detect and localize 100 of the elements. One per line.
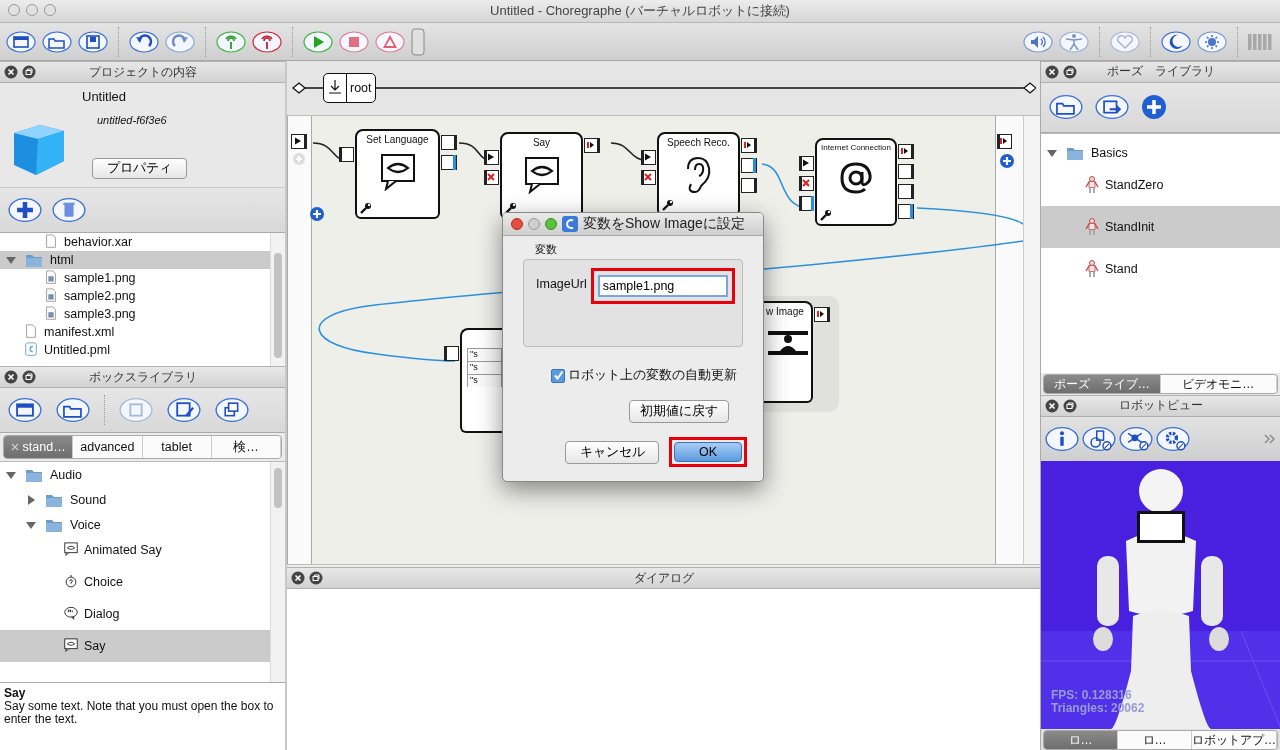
play-port-icon[interactable] (291, 134, 307, 150)
close-icon[interactable] (1045, 64, 1059, 79)
stop-port-icon[interactable] (799, 176, 815, 192)
disclosure-arrow-icon[interactable] (1047, 147, 1057, 158)
disclosure-arrow-icon[interactable] (26, 495, 36, 505)
close-icon[interactable] (4, 65, 18, 79)
tree-item[interactable]: Say (0, 630, 270, 662)
output-port-icon[interactable] (814, 307, 830, 323)
scrollbar[interactable] (270, 462, 285, 682)
tree-item[interactable]: StandZero (1041, 163, 1280, 206)
tree-item[interactable]: Basics (1041, 143, 1280, 162)
play-port-icon[interactable] (484, 150, 500, 166)
port-icon[interactable] (444, 346, 460, 362)
string-port-icon[interactable] (799, 196, 815, 212)
window-icon[interactable] (8, 397, 42, 423)
close-icon[interactable] (511, 218, 523, 230)
scrollbar-thumb[interactable] (274, 468, 282, 508)
tree-item[interactable]: Sound (0, 484, 270, 516)
port-icon[interactable] (898, 164, 914, 180)
play-port-icon[interactable] (641, 150, 657, 166)
save-icon[interactable] (78, 30, 108, 53)
tree-item[interactable]: html (0, 251, 270, 269)
tree-item[interactable]: Dialog (0, 598, 270, 630)
tree-item[interactable]: sample2.png (0, 287, 270, 305)
tab[interactable]: advanced (73, 436, 143, 458)
folder-icon[interactable] (56, 397, 90, 423)
moon-icon[interactable] (1161, 30, 1191, 53)
port-icon[interactable] (741, 178, 757, 194)
port-icon[interactable] (441, 135, 457, 151)
undo-icon[interactable] (129, 30, 159, 53)
string-port-icon[interactable] (898, 204, 914, 220)
disclosure-arrow-icon[interactable] (6, 470, 16, 480)
scrollbar[interactable] (270, 233, 285, 366)
export-icon[interactable] (1095, 94, 1129, 121)
tree-item[interactable]: Animated Say (0, 534, 270, 566)
tree-item[interactable]: Voice (0, 516, 270, 534)
tab[interactable]: tablet (142, 436, 212, 458)
tree-item[interactable]: Stand (1041, 247, 1280, 290)
antenna-icon[interactable] (252, 30, 282, 53)
folder-icon[interactable] (1049, 94, 1083, 121)
undock-icon[interactable] (309, 571, 323, 585)
wrench-icon[interactable] (819, 209, 832, 222)
tree-item[interactable]: behavior.xar (20, 233, 270, 251)
string-port-icon[interactable] (741, 158, 757, 174)
tab[interactable]: 検… (211, 436, 281, 458)
folder-icon[interactable] (42, 30, 72, 53)
string-port-icon[interactable] (441, 155, 457, 171)
play-port-icon[interactable] (799, 156, 815, 172)
redo-icon[interactable] (165, 30, 195, 53)
add-icon[interactable] (1141, 94, 1167, 121)
tab[interactable]: ロボットアプ… (1192, 731, 1277, 749)
image-url-field[interactable]: sample1.png (597, 275, 728, 297)
disclosure-arrow-icon[interactable] (6, 255, 16, 265)
window-icon[interactable] (6, 30, 36, 53)
tab[interactable]: stand… (4, 436, 74, 458)
stop-port-icon[interactable] (484, 170, 500, 186)
output-port-icon[interactable] (741, 138, 757, 154)
output-port-icon[interactable] (584, 138, 600, 154)
undock-icon[interactable] (1063, 398, 1077, 413)
tree-item[interactable]: sample3.png (0, 305, 270, 323)
disclosure-arrow-icon[interactable] (26, 520, 36, 530)
sun-icon[interactable] (1197, 30, 1227, 53)
slider-handle-icon[interactable] (411, 27, 425, 56)
ok-button[interactable]: OK (674, 442, 742, 462)
play-icon[interactable] (303, 30, 333, 53)
breadcrumb[interactable]: root (323, 73, 376, 103)
wrench-icon[interactable] (661, 199, 674, 212)
scrollbar-thumb[interactable] (274, 253, 282, 358)
warning-icon[interactable] (375, 30, 405, 53)
tree-item[interactable]: sample1.png (0, 269, 270, 287)
output-port-icon[interactable] (997, 134, 1013, 150)
trash-icon[interactable] (52, 197, 86, 223)
auto-update-checkbox[interactable]: ロボット上の変数の自動更新 (551, 367, 763, 384)
tree-item[interactable]: Audio (0, 466, 270, 484)
speaker-icon[interactable] (1023, 30, 1053, 53)
tree-item[interactable]: Choice (0, 566, 270, 598)
cancel-button[interactable]: キャンセル (565, 440, 659, 464)
tab[interactable]: ビデオモニ… (1160, 375, 1277, 394)
properties-button[interactable]: プロパティ (92, 158, 187, 179)
tab[interactable]: ロ… (1044, 731, 1118, 749)
undock-icon[interactable] (1063, 64, 1077, 79)
copy-icon[interactable] (215, 397, 249, 423)
wrench-icon[interactable] (359, 202, 372, 215)
port-icon[interactable] (339, 147, 355, 163)
antenna-icon[interactable] (216, 30, 246, 53)
save-edit-icon[interactable] (167, 397, 201, 423)
close-icon[interactable] (4, 370, 18, 384)
tree-item[interactable]: StandInit (1041, 205, 1280, 248)
port-icon[interactable] (898, 184, 914, 200)
tab[interactable]: ポーズ ライブ… (1044, 375, 1161, 394)
stop-port-icon[interactable] (641, 170, 657, 186)
close-icon[interactable] (1045, 398, 1059, 413)
info-icon[interactable] (1045, 425, 1079, 452)
undock-icon[interactable] (22, 65, 36, 79)
more-icon[interactable] (1264, 433, 1276, 444)
tree-item[interactable]: manifest.xml (0, 323, 270, 341)
reset-button[interactable]: 初期値に戻す (629, 400, 729, 423)
tab[interactable]: ロ… (1118, 731, 1192, 749)
add-icon[interactable] (8, 197, 42, 223)
tree-item[interactable]: Untitled.pml (0, 341, 270, 359)
